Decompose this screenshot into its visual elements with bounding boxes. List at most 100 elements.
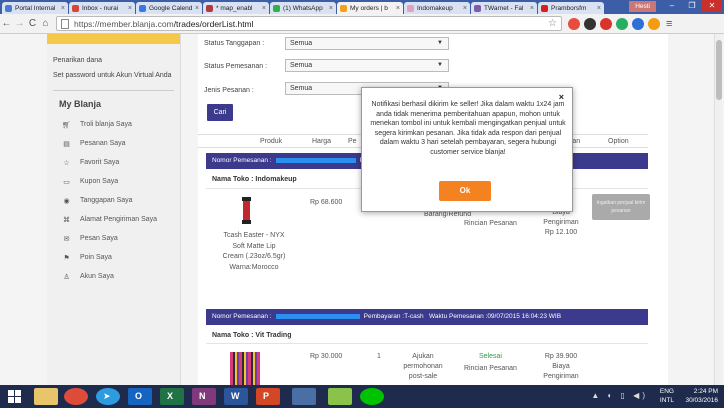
close-icon[interactable]: × (195, 5, 199, 12)
page-scrollbar[interactable] (714, 34, 722, 385)
chevron-down-icon: ▼ (437, 40, 443, 46)
sidebar-item-feedback[interactable]: ◉ Tanggapan Saya (47, 191, 180, 210)
set-password-link[interactable]: Set password untuk Akun Virtual Anda (47, 67, 180, 82)
browser-toolbar: ← → C ⌂ https://member.blanja.com/trades… (0, 14, 724, 34)
close-icon[interactable]: × (463, 5, 467, 12)
reload-icon[interactable]: C (26, 18, 39, 29)
product-thumbnail[interactable] (230, 352, 260, 385)
coupon-icon: ▭ (63, 178, 70, 186)
filter-label-tanggapan: Status Tanggapan : (204, 40, 265, 47)
tab-prambors[interactable]: Pramborsfm × (538, 2, 604, 14)
whatsapp-icon (273, 4, 280, 12)
sidebar-item-orders[interactable]: ▤ Pesanan Saya (47, 134, 180, 153)
clipboard-icon: ▤ (63, 140, 70, 148)
close-icon[interactable]: × (396, 5, 400, 12)
forward-icon[interactable]: → (13, 18, 26, 29)
profile-badge[interactable]: Hesti (629, 1, 656, 12)
back-icon[interactable]: ← (0, 18, 13, 29)
language-indicator[interactable]: ENG INTL (660, 387, 674, 405)
message-icon: ✉ (63, 235, 70, 243)
extension-orange-icon[interactable] (648, 17, 660, 30)
sticky-notes-icon[interactable] (328, 388, 352, 405)
extension-blue-icon[interactable] (632, 17, 644, 30)
filter-select-tanggapan[interactable]: Semua ▼ (285, 37, 449, 50)
telegram-icon[interactable]: ➤ (96, 388, 120, 405)
order-detail-link[interactable]: Rincian Pesanan (464, 364, 517, 374)
close-icon[interactable]: × (329, 5, 333, 12)
filter-select-pemesanan[interactable]: Semua ▼ (285, 59, 449, 72)
tab-twarnet[interactable]: TWarnet - Fal × (471, 2, 537, 14)
powerpoint-icon[interactable]: P (256, 388, 280, 405)
bookmark-star-icon[interactable]: ☆ (548, 18, 557, 29)
close-window-icon[interactable]: ✕ (702, 0, 722, 12)
sidebar-item-account[interactable]: ♙ Akun Saya (47, 267, 180, 286)
ok-button[interactable]: Ok (439, 181, 491, 201)
post-sale-link[interactable]: Ajukan permohonan post-sale (396, 352, 450, 382)
product-thumbnail[interactable] (242, 197, 251, 224)
word-icon[interactable]: W (224, 388, 248, 405)
sidebar-accent (47, 34, 180, 44)
sidebar-item-coupons[interactable]: ▭ Kupon Saya (47, 172, 180, 191)
tab-indomakeup[interactable]: Indomakeup × (404, 2, 470, 14)
maximize-icon[interactable]: ❐ (682, 0, 702, 12)
sidebar-item-messages[interactable]: ✉ Pesan Saya (47, 229, 180, 248)
portal-icon (5, 4, 12, 12)
onenote-icon[interactable]: N (192, 388, 216, 405)
tab-whatsapp[interactable]: (1) WhatsApp × (270, 2, 336, 14)
address-icon: ⌘ (63, 216, 70, 224)
order-status: Selesai (479, 353, 502, 360)
tab-calendar[interactable]: Google Calend × (136, 2, 202, 14)
sidebar-item-cart[interactable]: 🛒︎ Troli blanja Saya (47, 115, 180, 134)
remind-seller-button[interactable]: Ingatkan penjual kirim pesanan (592, 194, 650, 220)
store-name: Nama Toko : Vit Trading (212, 332, 292, 339)
tab-inbox[interactable]: Inbox - nurai × (69, 2, 135, 14)
system-clock[interactable]: 2:24 PM 30/03/2016 (685, 387, 718, 405)
chrome-menu-icon[interactable]: ≡ (666, 18, 672, 30)
close-icon[interactable]: × (597, 5, 601, 12)
sidebar-item-points[interactable]: ⚑ Poin Saya (47, 248, 180, 267)
account-sidebar: Penarikan dana Set password untuk Akun V… (47, 34, 181, 385)
tab-map[interactable]: * map_enabl × (203, 2, 269, 14)
extension-green-icon[interactable] (616, 17, 628, 30)
user-icon: ♙ (63, 273, 70, 281)
order-detail-link[interactable]: Rincian Pesanan (464, 219, 517, 229)
paint-icon[interactable] (292, 388, 316, 405)
extension-dark-icon[interactable] (584, 17, 596, 30)
cart-icon: 🛒︎ (62, 121, 71, 129)
windows-start-icon[interactable] (8, 390, 22, 403)
browser-tab-strip: Portal Internal × Inbox - nurai × Google C… (0, 0, 724, 14)
blanja-icon (340, 4, 347, 12)
address-bar[interactable]: https://member.blanja.com/trades/orderLi… (56, 16, 562, 31)
product-quantity: 1 (377, 353, 381, 360)
chrome-icon[interactable] (64, 388, 88, 405)
order-bar: Nomor Pemesanan : Pembayaran :T-cash Wakt… (206, 309, 648, 325)
close-icon[interactable]: × (530, 5, 534, 12)
extension-red-icon[interactable] (568, 17, 580, 30)
points-icon: ⚑ (63, 254, 70, 262)
outlook-icon[interactable]: O (128, 388, 152, 405)
extension-red2-icon[interactable] (600, 17, 612, 30)
excel-icon[interactable]: X (160, 388, 184, 405)
withdraw-link[interactable]: Penarikan dana (47, 52, 180, 67)
search-button[interactable]: Cari (207, 104, 233, 121)
filter-label-jenis: Jenis Pesanan : (204, 87, 254, 94)
sidebar-item-favorites[interactable]: ☆ Favorit Saya (47, 153, 180, 172)
sidebar-item-address[interactable]: ⌘ Alamat Pengiriman Saya (47, 210, 180, 229)
tab-portal[interactable]: Portal Internal × (2, 2, 68, 14)
file-explorer-icon[interactable] (34, 388, 58, 405)
line-icon[interactable] (360, 388, 384, 405)
minimize-icon[interactable]: – (662, 0, 682, 12)
tab-my-orders[interactable]: My orders | b × (337, 2, 403, 14)
close-icon[interactable]: × (262, 5, 266, 12)
shipping-cost: Rp 39.900 Biaya Pengiriman (543, 353, 579, 380)
twarnet-icon (474, 4, 481, 12)
close-icon[interactable]: × (128, 5, 132, 12)
product-name[interactable]: Tcash Easter - NYX Soft Matte Lip Cream … (210, 231, 298, 273)
tray-icons[interactable]: ▲ ◐ ▯ ◀) (591, 391, 648, 400)
store-name: Nama Toko : Indomakeup (212, 176, 297, 183)
home-icon[interactable]: ⌂ (39, 18, 52, 29)
col-jumlah: Pe (348, 138, 357, 145)
map-icon (206, 4, 213, 12)
close-icon[interactable]: × (61, 5, 65, 12)
scrollbar-thumb[interactable] (716, 40, 722, 100)
